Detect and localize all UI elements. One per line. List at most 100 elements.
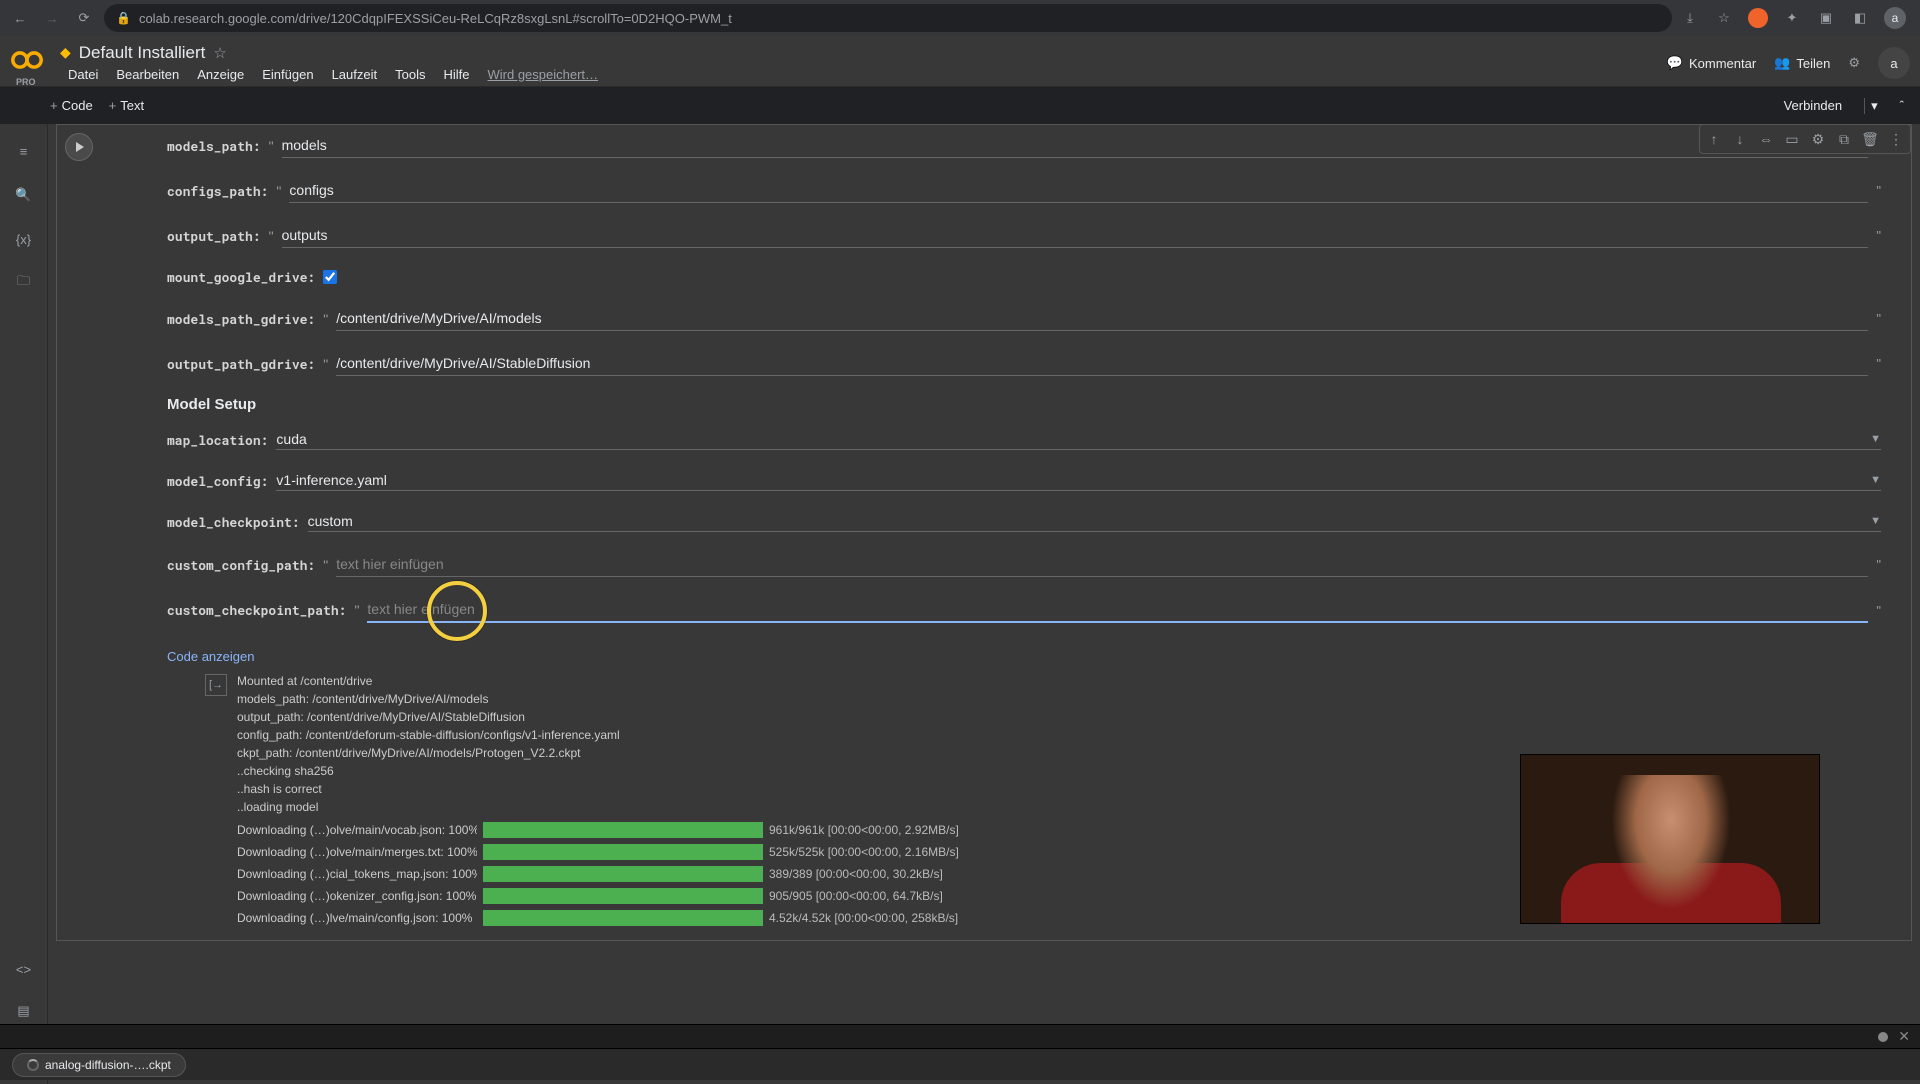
install-icon[interactable]: ⤓ <box>1680 8 1700 28</box>
menu-help[interactable]: Hilfe <box>435 65 477 84</box>
cell-settings-button[interactable]: ⚙ <box>1806 127 1830 151</box>
models-path-label: models_path: <box>167 137 261 155</box>
status-close-button[interactable]: ✕ <box>1898 1028 1910 1045</box>
left-rail: ≡ 🔍 {x} 🗀 <> ▤ ▣ <box>0 124 48 1084</box>
mount-gdrive-label: mount_google_drive: <box>167 268 315 286</box>
gdrive-icon: ◆ <box>60 44 71 61</box>
downloads-bar: analog-diffusion-….ckpt <box>0 1048 1920 1080</box>
back-button[interactable]: ← <box>8 6 32 30</box>
progress-label: Downloading (…)lve/main/config.json: 100… <box>237 911 477 925</box>
model-checkpoint-label: model_checkpoint: <box>167 513 300 531</box>
mount-gdrive-checkbox[interactable] <box>323 270 337 284</box>
notebook-toolbar: +Code +Text Verbinden ▾ ˆ <box>0 86 1920 124</box>
share-button[interactable]: 👥 Teilen <box>1774 55 1830 71</box>
model-config-label: model_config: <box>167 472 268 490</box>
configs-path-input[interactable] <box>289 178 1868 203</box>
extensions-icon[interactable]: ✦ <box>1782 8 1802 28</box>
menu-edit[interactable]: Bearbeiten <box>108 65 187 84</box>
command-palette-icon[interactable]: ▤ <box>13 1000 35 1022</box>
output-toggle-icon[interactable]: [→ <box>205 674 227 696</box>
expand-button[interactable]: ˆ <box>1892 94 1912 117</box>
delete-button[interactable]: 🗑 <box>1858 127 1882 151</box>
tabs-icon[interactable]: ▣ <box>1816 8 1836 28</box>
custom-config-path-label: custom_config_path: <box>167 556 315 574</box>
connect-button[interactable]: Verbinden <box>1770 94 1857 117</box>
toc-icon[interactable]: ≡ <box>13 140 35 162</box>
share-label: Teilen <box>1796 56 1830 71</box>
share-icon: 👥 <box>1774 55 1790 71</box>
add-text-label: Text <box>120 98 144 113</box>
custom-checkpoint-path-label: custom_checkpoint_path: <box>167 601 346 619</box>
output-path-gdrive-label: output_path_gdrive: <box>167 355 315 373</box>
notebook-content[interactable]: ↑ ↓ ⇔ ▭ ⚙ ⧉ 🗑 ⋮ models_path:"" configs_p… <box>48 124 1920 1084</box>
address-bar[interactable]: 🔒 colab.research.google.com/drive/120Cdq… <box>104 4 1672 32</box>
add-code-label: Code <box>62 98 93 113</box>
cell-menu-button[interactable]: ⋮ <box>1884 127 1908 151</box>
search-icon[interactable]: 🔍 <box>13 184 35 206</box>
menu-insert[interactable]: Einfügen <box>254 65 321 84</box>
show-code-link[interactable]: Code anzeigen <box>167 649 254 664</box>
progress-bar <box>483 910 763 926</box>
star-icon[interactable]: ☆ <box>213 44 226 62</box>
url-text: colab.research.google.com/drive/120CdqpI… <box>139 11 732 26</box>
forward-button[interactable]: → <box>40 6 64 30</box>
progress-label: Downloading (…)okenizer_config.json: 100… <box>237 889 477 903</box>
progress-label: Downloading (…)olve/main/vocab.json: 100… <box>237 823 477 837</box>
progress-stats: 525k/525k [00:00<00:00, 2.16MB/s] <box>769 845 959 859</box>
output-line: output_path: /content/drive/MyDrive/AI/S… <box>237 708 1881 726</box>
document-title[interactable]: Default Installiert <box>79 43 206 63</box>
map-location-dropdown[interactable]: cuda▼ <box>276 429 1881 450</box>
mirror-button[interactable]: ⧉ <box>1832 127 1856 151</box>
download-item[interactable]: analog-diffusion-….ckpt <box>12 1053 186 1077</box>
sidebar-icon[interactable]: ◧ <box>1850 8 1870 28</box>
status-indicator <box>1878 1032 1888 1042</box>
comment-button[interactable]: 💬 Kommentar <box>1667 55 1756 71</box>
menu-runtime[interactable]: Laufzeit <box>324 65 386 84</box>
code-snippets-icon[interactable]: <> <box>13 958 35 980</box>
menu-tools[interactable]: Tools <box>387 65 433 84</box>
run-cell-button[interactable] <box>65 133 93 161</box>
colab-logo[interactable]: PRO <box>10 43 50 83</box>
output-line: config_path: /content/deforum-stable-dif… <box>237 726 1881 744</box>
variables-icon[interactable]: {x} <box>13 228 35 250</box>
menu-bar: Datei Bearbeiten Anzeige Einfügen Laufze… <box>60 65 1667 84</box>
extension-orange-icon[interactable] <box>1748 8 1768 28</box>
output-line: Mounted at /content/drive <box>237 672 1881 690</box>
comment-icon: 💬 <box>1667 55 1683 71</box>
model-config-dropdown[interactable]: v1-inference.yaml▼ <box>276 470 1881 491</box>
move-up-button[interactable]: ↑ <box>1702 127 1726 151</box>
models-path-gdrive-input[interactable] <box>336 306 1868 331</box>
download-filename: analog-diffusion-….ckpt <box>45 1058 171 1072</box>
menu-view[interactable]: Anzeige <box>189 65 252 84</box>
add-code-button[interactable]: +Code <box>50 98 93 113</box>
custom-config-path-input[interactable] <box>336 552 1868 577</box>
menu-file[interactable]: Datei <box>60 65 106 84</box>
add-text-button[interactable]: +Text <box>109 98 144 113</box>
output-path-label: output_path: <box>167 227 261 245</box>
download-spinner-icon <box>27 1059 39 1071</box>
files-icon[interactable]: 🗀 <box>13 272 35 294</box>
progress-bar <box>483 888 763 904</box>
profile-avatar[interactable]: a <box>1884 7 1906 29</box>
bookmark-icon[interactable]: ☆ <box>1714 8 1734 28</box>
map-location-value: cuda <box>276 431 306 447</box>
reload-button[interactable]: ⟳ <box>72 6 96 30</box>
model-checkpoint-value: custom <box>308 513 353 529</box>
connect-dropdown[interactable]: ▾ <box>1864 98 1884 114</box>
colab-header: PRO ◆ Default Installiert ☆ Datei Bearbe… <box>0 36 1920 86</box>
progress-bar <box>483 844 763 860</box>
model-checkpoint-dropdown[interactable]: custom▼ <box>308 511 1881 532</box>
settings-button[interactable]: ⚙ <box>1848 55 1860 71</box>
comment-label: Kommentar <box>1689 56 1756 71</box>
progress-bar <box>483 822 763 838</box>
progress-stats: 389/389 [00:00<00:00, 30.2kB/s] <box>769 867 943 881</box>
progress-bar <box>483 866 763 882</box>
models-path-input[interactable] <box>282 133 1869 158</box>
custom-checkpoint-path-input[interactable] <box>367 597 1868 623</box>
user-avatar[interactable]: a <box>1878 47 1910 79</box>
comment-cell-button[interactable]: ▭ <box>1780 127 1804 151</box>
link-button[interactable]: ⇔ <box>1754 127 1778 151</box>
move-down-button[interactable]: ↓ <box>1728 127 1752 151</box>
output-path-gdrive-input[interactable] <box>336 351 1868 376</box>
output-path-input[interactable] <box>282 223 1869 248</box>
